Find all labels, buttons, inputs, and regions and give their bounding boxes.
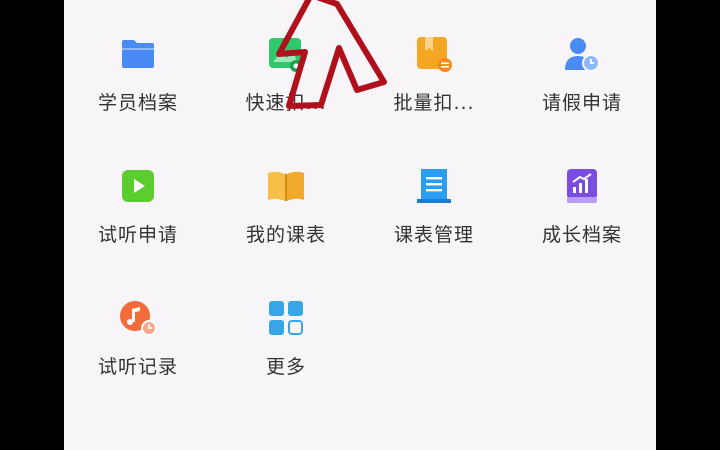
growth-book-icon — [562, 166, 602, 206]
phone-screen: 学员档案 快速扣... 批量扣... 请假申请 试听申请 我的课表 课表管理 成… — [64, 0, 656, 450]
menu-item-batch-deduct[interactable]: 批量扣... — [360, 0, 508, 120]
menu-item-my-schedule[interactable]: 我的课表 — [212, 132, 360, 252]
document-icon — [414, 166, 454, 206]
menu-item-trial-request[interactable]: 试听申请 — [64, 132, 212, 252]
image-icon — [266, 34, 306, 74]
menu-item-schedule-management[interactable]: 课表管理 — [360, 132, 508, 252]
folder-icon — [118, 34, 158, 74]
menu-item-quick-deduct[interactable]: 快速扣... — [212, 0, 360, 120]
open-book-icon — [266, 166, 306, 206]
menu-item-label: 我的课表 — [245, 224, 326, 246]
menu-item-student-files[interactable]: 学员档案 — [64, 0, 212, 120]
music-clock-icon — [118, 298, 158, 338]
menu-item-label: 请假申请 — [541, 92, 622, 114]
menu-item-growth-files[interactable]: 成长档案 — [508, 132, 656, 252]
user-clock-icon — [562, 34, 602, 74]
bookmark-card-icon — [414, 34, 454, 74]
menu-item-label: 试听申请 — [97, 224, 178, 246]
menu-item-label: 课表管理 — [393, 224, 474, 246]
menu-item-label: 更多 — [265, 356, 306, 378]
menu-item-label: 试听记录 — [97, 356, 178, 378]
menu-item-label: 批量扣... — [393, 92, 475, 114]
menu-item-label: 快速扣... — [245, 92, 327, 114]
menu-item-label: 成长档案 — [541, 224, 622, 246]
feature-grid: 学员档案 快速扣... 批量扣... 请假申请 试听申请 我的课表 课表管理 成… — [64, 0, 656, 450]
menu-item-label: 学员档案 — [97, 92, 178, 114]
grid-icon — [266, 298, 306, 338]
menu-item-leave-request[interactable]: 请假申请 — [508, 0, 656, 120]
play-icon — [118, 166, 158, 206]
menu-item-trial-records[interactable]: 试听记录 — [64, 264, 212, 384]
menu-item-more[interactable]: 更多 — [212, 264, 360, 384]
